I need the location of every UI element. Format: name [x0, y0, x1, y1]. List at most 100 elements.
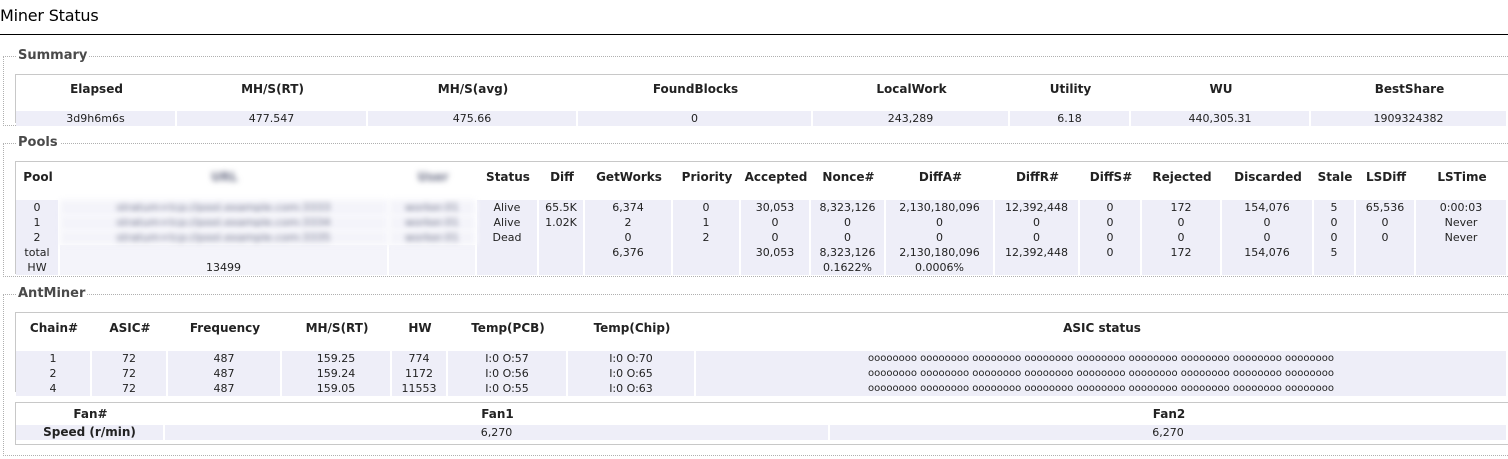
chain-cell: 159.24	[282, 366, 392, 381]
antminer-header: Frequency	[189, 321, 261, 335]
pool-cell: Alive	[477, 200, 539, 215]
pool-cell: 0	[811, 215, 886, 230]
pool-cell: 2	[673, 230, 741, 245]
asic-status-cell: oooooooo oooooooo oooooooo oooooooo oooo…	[696, 381, 1508, 396]
chain-cell: I:0 O:56	[448, 366, 568, 381]
pools-header: LSDiff	[1365, 170, 1407, 184]
pool-cell: 5	[1314, 245, 1356, 260]
chain-cell: I:0 O:65	[568, 366, 696, 381]
chain-cell: I:0 O:70	[568, 351, 696, 366]
chain-cell: I:0 O:55	[448, 381, 568, 396]
fan-table-box: Fan# Fan1 Fan2 Speed (r/min) 6,270 6,270	[15, 402, 1508, 445]
summary-table-box: Elapsed MH/S(RT) MH/S(avg) FoundBlocks L…	[15, 74, 1508, 126]
pool-cell: 2	[585, 215, 673, 230]
pool-cell: Never	[1416, 215, 1508, 230]
pool-cell: 0	[1314, 215, 1356, 230]
summary-cell: 6.18	[1010, 111, 1131, 126]
pool-cell: 0	[886, 230, 995, 245]
summary-header: LocalWork	[876, 82, 947, 96]
summary-cell: 475.66	[368, 111, 578, 126]
chain-cell: 72	[92, 381, 168, 396]
pool-cell: 0	[1314, 230, 1356, 245]
pool-cell: HW	[16, 260, 60, 275]
pool-cell	[389, 260, 477, 275]
pools-row: 2 stratum+tcp://pool.example.com:3335 wo…	[16, 230, 1508, 245]
asic-status-cell: oooooooo oooooooo oooooooo oooooooo oooo…	[696, 366, 1508, 381]
pools-header: Rejected	[1152, 170, 1212, 184]
pools-header: Diff	[550, 170, 574, 184]
summary-table: Elapsed MH/S(RT) MH/S(avg) FoundBlocks L…	[16, 75, 1508, 126]
summary-row: 3d9h6m6s 477.547 475.66 0 243,289 6.18 4…	[16, 111, 1508, 126]
pool-cell: Alive	[477, 215, 539, 230]
pool-cell: 0	[16, 200, 60, 215]
pool-cell: 12,392,448	[995, 245, 1080, 260]
pool-cell	[585, 260, 673, 275]
fan1-speed: 6,270	[165, 425, 830, 440]
pools-total-row: total 6,376 30,053 8,323,126 2,130,180,0…	[16, 245, 1508, 260]
antminer-header: Temp(PCB)	[471, 321, 545, 335]
pools-header: DiffS#	[1089, 170, 1133, 184]
pool-cell	[1356, 245, 1416, 260]
pool-cell	[1314, 260, 1356, 275]
antminer-header: Chain#	[29, 321, 79, 335]
chain-cell: 11553	[392, 381, 448, 396]
pool-cell: 8,323,126	[811, 245, 886, 260]
pool-cell: 12,392,448	[995, 200, 1080, 215]
summary-header: BestShare	[1374, 82, 1445, 96]
antminer-table: Chain# ASIC# Frequency MH/S(RT) HW Temp(…	[16, 313, 1508, 396]
pools-header: Stale	[1317, 170, 1353, 184]
fan-speed-row: Speed (r/min) 6,270 6,270	[16, 425, 1508, 440]
pool-cell: 0	[1222, 215, 1314, 230]
pool-cell: 154,076	[1222, 245, 1314, 260]
pool-cell: 0	[886, 215, 995, 230]
pool-cell: 172	[1142, 200, 1222, 215]
pool-cell: 6,376	[585, 245, 673, 260]
pools-legend: Pools	[16, 135, 60, 150]
pool-cell: 0	[1142, 230, 1222, 245]
pool-cell: 0	[741, 215, 811, 230]
chain-cell: 159.25	[282, 351, 392, 366]
pool-cell: 0	[1356, 230, 1416, 245]
antminer-header: MH/S(RT)	[305, 321, 369, 335]
chain-cell: 4	[16, 381, 92, 396]
pool-cell: 0	[673, 200, 741, 215]
summary-cell: 0	[578, 111, 813, 126]
pool-cell: 65,536	[1356, 200, 1416, 215]
pool-cell	[60, 245, 389, 260]
pool-user-cell: worker.01	[389, 200, 477, 215]
pools-header: URL	[211, 170, 238, 184]
pool-cell: 0	[1080, 230, 1142, 245]
chain-cell: I:0 O:57	[448, 351, 568, 366]
asic-status-cell: oooooooo oooooooo oooooooo oooooooo oooo…	[696, 351, 1508, 366]
pool-cell	[477, 260, 539, 275]
pool-cell: 30,053	[741, 245, 811, 260]
chain-cell: 774	[392, 351, 448, 366]
pool-cell: 1	[673, 215, 741, 230]
chain-cell: 487	[168, 381, 282, 396]
pool-cell	[673, 245, 741, 260]
pools-header: GetWorks	[596, 170, 662, 184]
pool-cell	[741, 260, 811, 275]
chain-cell: 1172	[392, 366, 448, 381]
pools-header: Status	[486, 170, 530, 184]
pool-cell: 172	[1142, 245, 1222, 260]
chain-row: 4 72 487 159.05 11553 I:0 O:55 I:0 O:63 …	[16, 381, 1508, 396]
antminer-header: ASIC#	[109, 321, 151, 335]
pool-cell	[477, 245, 539, 260]
pool-cell	[1356, 260, 1416, 275]
summary-cell: 243,289	[813, 111, 1010, 126]
pool-cell	[539, 230, 585, 245]
pools-header: Priority	[681, 170, 733, 184]
pool-url-cell: stratum+tcp://pool.example.com:3333	[60, 200, 389, 215]
chain-cell: 487	[168, 366, 282, 381]
pool-cell: 0	[1080, 245, 1142, 260]
pool-cell: 0	[1080, 200, 1142, 215]
summary-cell: 440,305.31	[1131, 111, 1311, 126]
fan-header: Fan2	[1152, 407, 1186, 421]
antminer-section: AntMiner Chain# ASIC# Frequency MH/S(RT)…	[3, 286, 1508, 456]
summary-cell: 3d9h6m6s	[16, 111, 177, 126]
pools-header: DiffR#	[1015, 170, 1060, 184]
page-title: Miner Status	[0, 6, 99, 25]
pool-cell: 1	[16, 215, 60, 230]
chain-cell: I:0 O:63	[568, 381, 696, 396]
